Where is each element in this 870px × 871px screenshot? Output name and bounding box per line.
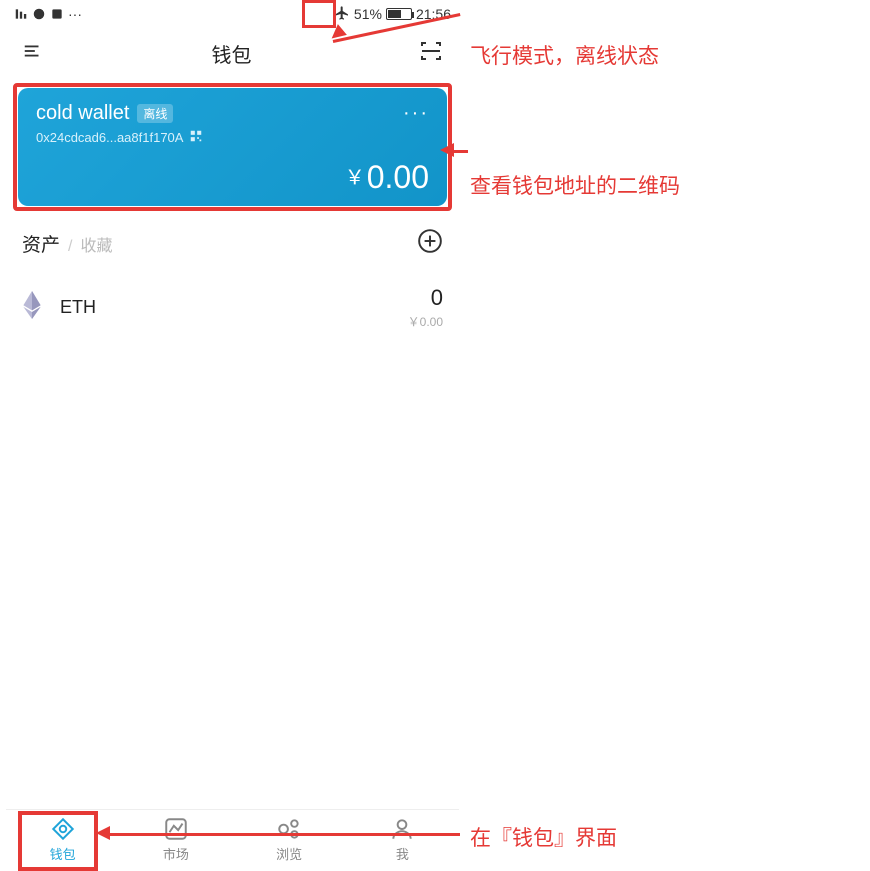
asset-symbol: ETH — [60, 297, 96, 318]
annotation-1-text: 飞行模式，离线状态 — [470, 40, 659, 70]
offline-badge: 离线 — [137, 104, 173, 123]
asset-row-eth[interactable]: ETH 0 ￥0.00 — [22, 279, 443, 336]
wallet-card-container: cold wallet 离线 ··· 0x24cdcad6...aa8f1f17… — [18, 88, 447, 206]
annotation-2: 查看钱包地址的二维码 — [470, 170, 680, 200]
app-header: 钱包 — [6, 28, 459, 78]
tab-browse-label: 浏览 — [276, 844, 302, 863]
wallet-name: cold wallet — [36, 102, 129, 125]
bottom-nav: 钱包 市场 浏览 我 — [6, 809, 459, 869]
card-more-icon[interactable]: ··· — [403, 102, 429, 125]
annotation-arrow-2-head — [440, 143, 454, 157]
annotation-arrow-2-line — [453, 150, 468, 153]
annotation-arrow-3-head — [96, 826, 110, 840]
tab-separator: / — [68, 238, 72, 256]
scan-icon[interactable] — [419, 39, 443, 68]
airplane-icon — [334, 5, 350, 24]
currency-symbol: ￥ — [345, 167, 365, 189]
annotation-2-text: 查看钱包地址的二维码 — [470, 170, 680, 200]
wallet-address[interactable]: 0x24cdcad6...aa8f1f170A — [36, 130, 183, 145]
status-left-icons: ··· — [14, 6, 82, 22]
assets-header: 资产 / 收藏 — [22, 228, 443, 259]
asset-amount: 0 — [408, 285, 443, 311]
add-asset-button[interactable] — [417, 228, 443, 259]
tab-favorites[interactable]: 收藏 — [80, 232, 112, 256]
tab-market-label: 市场 — [163, 844, 189, 863]
page-title: 钱包 — [212, 39, 252, 68]
asset-fiat: ￥0.00 — [408, 313, 443, 330]
phone-frame: ··· 51% 21:56 钱包 cold wallet — [6, 0, 459, 871]
tab-me-label: 我 — [396, 844, 409, 863]
tab-me[interactable]: 我 — [346, 810, 459, 869]
battery-percent: 51% — [354, 6, 382, 22]
tab-market[interactable]: 市场 — [119, 810, 232, 869]
annotation-1: 飞行模式，离线状态 — [470, 40, 659, 70]
wallet-card[interactable]: cold wallet 离线 ··· 0x24cdcad6...aa8f1f17… — [18, 88, 447, 206]
annotation-3-text: 在『钱包』界面 — [470, 822, 617, 852]
menu-icon[interactable] — [22, 40, 44, 67]
qr-icon[interactable] — [189, 129, 203, 146]
eth-icon — [22, 291, 42, 324]
annotation-3: 在『钱包』界面 — [470, 822, 617, 852]
status-bar: ··· 51% 21:56 — [6, 0, 459, 28]
battery-icon — [386, 8, 412, 20]
tab-wallet-label: 钱包 — [50, 844, 76, 863]
balance-value: 0.00 — [367, 159, 429, 195]
tab-browse[interactable]: 浏览 — [233, 810, 346, 869]
wallet-balance: ￥0.00 — [36, 159, 429, 196]
annotation-arrow-3-line — [110, 833, 460, 836]
tab-assets[interactable]: 资产 — [22, 230, 60, 257]
